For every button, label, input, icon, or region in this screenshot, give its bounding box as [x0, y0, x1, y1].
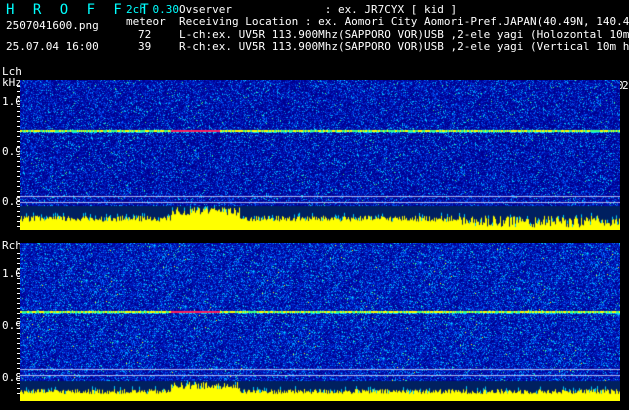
filename-label: 2507041600.png: [6, 19, 99, 32]
y-minor-tick: [17, 206, 20, 207]
y-minor-tick: [17, 141, 20, 142]
rch-spectrogram: [20, 243, 620, 401]
y-minor-tick: [17, 388, 20, 389]
y-minor-tick: [17, 253, 20, 254]
xtick-edge: 2: [622, 79, 629, 92]
lch-unit: kHz: [2, 76, 22, 89]
y-minor-tick: [17, 96, 20, 97]
y-minor-tick: [17, 333, 20, 334]
y-minor-tick: [17, 273, 20, 274]
y-minor-tick: [17, 378, 20, 379]
y-minor-tick: [17, 91, 20, 92]
y-minor-tick: [17, 353, 20, 354]
y-minor-tick: [17, 348, 20, 349]
hrofft-window: H R O F F T 2ch 0.30 meteor 2507041600.p…: [0, 0, 629, 410]
y-minor-tick: [17, 146, 20, 147]
y-minor-tick: [17, 278, 20, 279]
y-minor-tick: [17, 166, 20, 167]
rch-waterfall-canvas: [20, 243, 620, 401]
y-minor-tick: [17, 151, 20, 152]
y-minor-tick: [17, 101, 20, 102]
rch-info-line: R-ch:ex. UV5R 113.900Mhz(SAPPORO VOR)USB…: [179, 40, 629, 53]
lch-spectrogram: [20, 80, 620, 230]
y-minor-tick: [17, 226, 20, 227]
y-minor-tick: [17, 116, 20, 117]
y-minor-tick: [17, 221, 20, 222]
y-minor-tick: [17, 258, 20, 259]
y-minor-tick: [17, 111, 20, 112]
y-minor-tick: [17, 303, 20, 304]
y-minor-tick: [17, 86, 20, 87]
y-minor-tick: [17, 368, 20, 369]
y-minor-tick: [17, 283, 20, 284]
y-minor-tick: [17, 373, 20, 374]
location-line: Receiving Location : ex. Aomori City Aom…: [179, 15, 629, 28]
y-minor-tick: [17, 181, 20, 182]
lch-waterfall-canvas: [20, 80, 620, 230]
y-minor-tick: [17, 126, 20, 127]
y-minor-tick: [17, 298, 20, 299]
y-minor-tick: [17, 171, 20, 172]
rch-label: Rch: [2, 239, 22, 252]
y-minor-tick: [17, 156, 20, 157]
y-minor-tick: [17, 161, 20, 162]
y-minor-tick: [17, 186, 20, 187]
y-minor-tick: [17, 136, 20, 137]
y-minor-tick: [17, 393, 20, 394]
mode-label: meteor: [126, 15, 166, 28]
y-minor-tick: [17, 293, 20, 294]
datetime-label: 25.07.04 16:00: [6, 40, 99, 53]
rch-count: 39: [138, 40, 152, 53]
y-minor-tick: [17, 318, 20, 319]
y-minor-tick: [17, 131, 20, 132]
y-minor-tick: [17, 196, 20, 197]
y-minor-tick: [17, 323, 20, 324]
y-minor-tick: [17, 268, 20, 269]
y-minor-tick: [17, 343, 20, 344]
y-minor-tick: [17, 106, 20, 107]
y-minor-tick: [17, 121, 20, 122]
y-minor-tick: [17, 338, 20, 339]
y-minor-tick: [17, 328, 20, 329]
y-minor-tick: [17, 176, 20, 177]
y-minor-tick: [17, 288, 20, 289]
y-minor-tick: [17, 363, 20, 364]
y-minor-tick: [17, 191, 20, 192]
y-minor-tick: [17, 308, 20, 309]
y-minor-tick: [17, 263, 20, 264]
y-minor-tick: [17, 211, 20, 212]
y-minor-tick: [17, 216, 20, 217]
y-minor-tick: [17, 358, 20, 359]
y-minor-tick: [17, 383, 20, 384]
y-minor-tick: [17, 201, 20, 202]
rch-ytick-0.9: 0.9: [2, 319, 22, 332]
y-minor-tick: [17, 313, 20, 314]
